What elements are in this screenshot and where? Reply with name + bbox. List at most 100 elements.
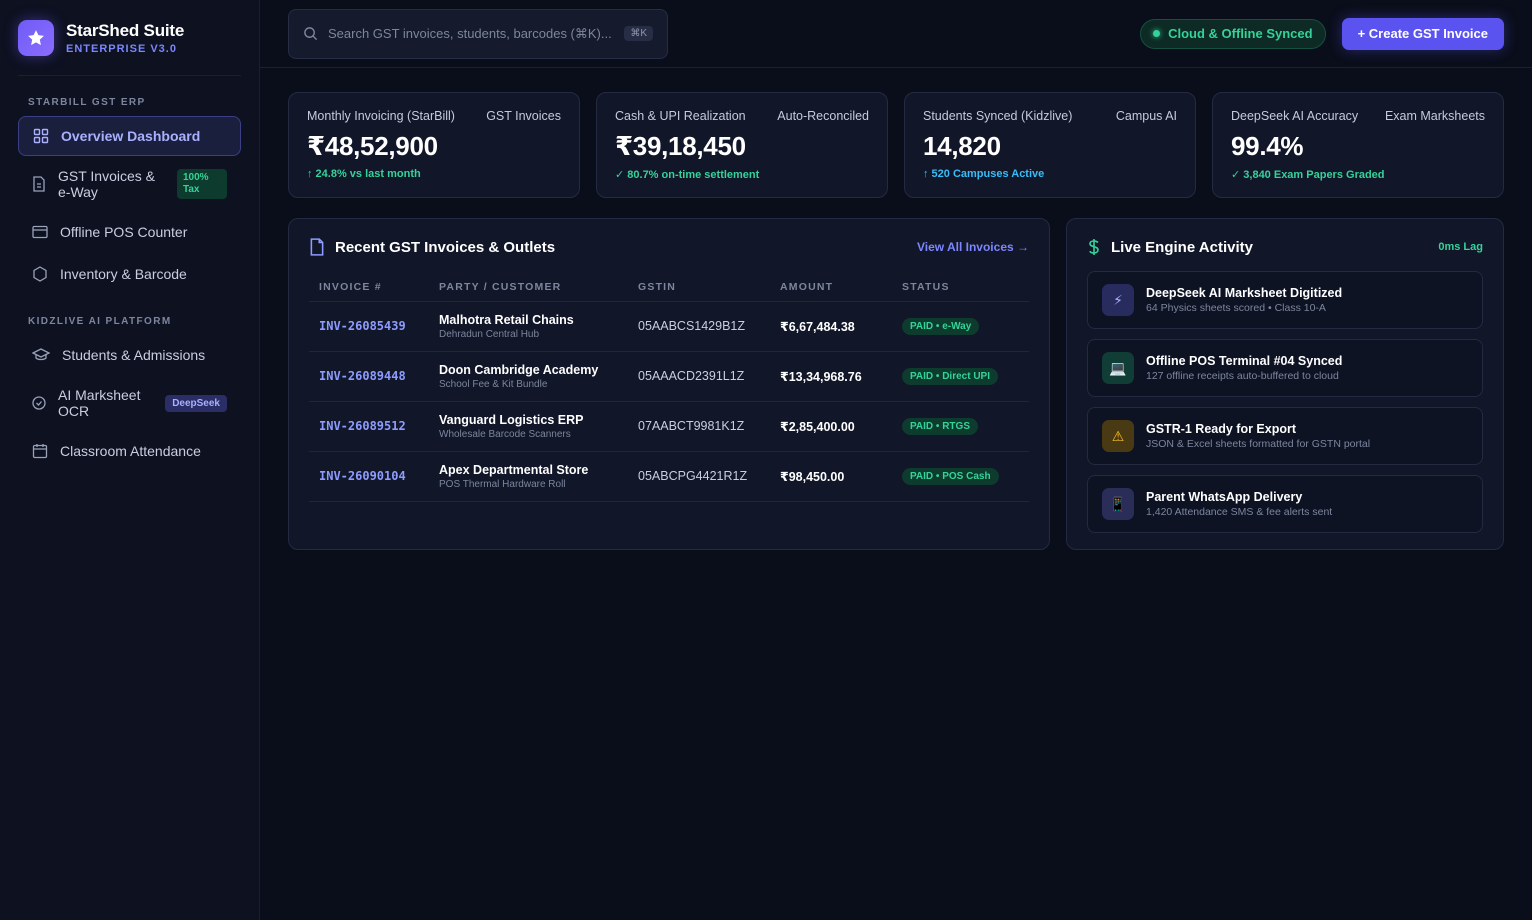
stat-label: Cash & UPI Realization bbox=[615, 109, 746, 123]
brand-name: StarShed Suite bbox=[66, 20, 185, 40]
stat-value: 99.4% bbox=[1231, 131, 1304, 161]
lag-indicator: 0ms Lag bbox=[1438, 241, 1483, 253]
laptop-icon: 💻 bbox=[1102, 352, 1134, 384]
sidebar-item-label: Inventory & Barcode bbox=[60, 266, 187, 282]
table-row[interactable]: INV-26085439 Malhotra Retail Chains Dehra… bbox=[309, 301, 1029, 352]
check-circle-icon bbox=[32, 396, 46, 410]
sidebar-item-label: Classroom Attendance bbox=[60, 443, 201, 459]
column-header: STATUS bbox=[892, 273, 1029, 302]
invoice-id[interactable]: INV-26090104 bbox=[319, 469, 406, 483]
document-icon bbox=[33, 176, 45, 192]
sidebar-item-pos[interactable]: Offline POS Counter bbox=[18, 212, 241, 252]
list-item[interactable]: 💻 Offline POS Terminal #04 Synced 127 off… bbox=[1087, 339, 1483, 397]
grid-icon bbox=[33, 128, 49, 144]
invoice-id[interactable]: INV-26085439 bbox=[319, 319, 406, 333]
sidebar-item-attendance[interactable]: Classroom Attendance bbox=[18, 431, 241, 471]
stat-value: ₹39,18,450 bbox=[615, 131, 746, 161]
sidebar-item-label: GST Invoices & e-Way bbox=[58, 168, 156, 200]
create-gst-invoice-button[interactable]: + Create GST Invoice bbox=[1341, 17, 1504, 50]
search-input[interactable]: Search GST invoices, students, barcodes … bbox=[288, 8, 668, 59]
stat-tag: Campus AI bbox=[1115, 109, 1177, 123]
deepseek-badge: DeepSeek bbox=[165, 394, 227, 412]
calendar-icon bbox=[32, 444, 48, 459]
lightning-icon: ⚡ bbox=[1102, 284, 1134, 316]
content: Monthly Invoicing (StarBill) GST Invoices… bbox=[260, 68, 1532, 574]
activity-subtitle: JSON & Excel sheets formatted for GSTN p… bbox=[1146, 438, 1371, 450]
warning-icon: ⚠ bbox=[1102, 420, 1134, 452]
party-subtitle: School Fee & Kit Bundle bbox=[439, 378, 548, 390]
nav-section-starbill: STARBILL GST ERP bbox=[28, 97, 146, 108]
party-subtitle: Wholesale Barcode Scanners bbox=[439, 428, 571, 440]
stat-value: 14,820 bbox=[923, 131, 1001, 161]
list-item[interactable]: ⚡ DeepSeek AI Marksheet Digitized 64 Phys… bbox=[1087, 271, 1483, 329]
sidebar-item-gst-invoices[interactable]: GST Invoices & e-Way 100% Tax bbox=[18, 158, 241, 210]
panels-row: Recent GST Invoices & Outlets View All I… bbox=[288, 218, 1504, 550]
sidebar-item-marksheet-ocr[interactable]: AI Marksheet OCR DeepSeek bbox=[18, 377, 241, 429]
column-header: GSTIN bbox=[628, 273, 770, 302]
activity-title: GSTR-1 Ready for Export bbox=[1146, 422, 1297, 436]
list-item[interactable]: 📱 Parent WhatsApp Delivery 1,420 Attendan… bbox=[1087, 475, 1483, 533]
party-name: Vanguard Logistics ERP bbox=[439, 412, 584, 427]
table-row[interactable]: INV-26089448 Doon Cambridge Academy Schoo… bbox=[309, 351, 1029, 402]
search-icon bbox=[304, 27, 318, 41]
party-name: Malhotra Retail Chains bbox=[439, 312, 574, 327]
app-root: StarShed Suite ENTERPRISE V3.0 STARBILL … bbox=[0, 0, 1532, 920]
nav-section-kidzlive: KIDZLIVE AI PLATFORM bbox=[28, 316, 172, 327]
brand[interactable]: StarShed Suite ENTERPRISE V3.0 bbox=[18, 0, 241, 76]
sidebar-item-label: AI Marksheet OCR bbox=[58, 387, 141, 419]
activity-title: Offline POS Terminal #04 Synced bbox=[1146, 354, 1343, 368]
invoice-id[interactable]: INV-26089448 bbox=[319, 369, 406, 383]
party-name: Doon Cambridge Academy bbox=[439, 362, 599, 377]
stat-note: ↑ 24.8% vs last month bbox=[307, 168, 421, 180]
invoice-id[interactable]: INV-26089512 bbox=[319, 419, 406, 433]
sidebar-item-label: Students & Admissions bbox=[62, 347, 206, 363]
stat-note: ✓ 80.7% on-time settlement bbox=[615, 169, 760, 181]
activity-subtitle: 64 Physics sheets scored • Class 10-A bbox=[1146, 302, 1326, 314]
gstin: 05ABCPG4421R1Z bbox=[628, 451, 770, 502]
stat-label: Students Synced (Kidzlive) bbox=[923, 109, 1073, 123]
sidebar-item-inventory[interactable]: Inventory & Barcode bbox=[18, 254, 241, 294]
sync-status-badge: Cloud & Offline Synced bbox=[1140, 18, 1326, 49]
view-all-invoices-link[interactable]: View All Invoices → bbox=[917, 240, 1029, 254]
star-logo-icon bbox=[18, 19, 54, 56]
card-icon bbox=[32, 225, 48, 239]
activity-subtitle: 1,420 Attendance SMS & fee alerts sent bbox=[1146, 506, 1333, 518]
activity-title: DeepSeek AI Marksheet Digitized bbox=[1146, 286, 1343, 300]
sync-status-label: Cloud & Offline Synced bbox=[1168, 26, 1313, 41]
stat-tag: Auto-Reconciled bbox=[777, 109, 869, 123]
column-header: INVOICE # bbox=[309, 273, 429, 302]
table-row[interactable]: INV-26090104 Apex Departmental Store POS … bbox=[309, 451, 1029, 502]
recent-invoices-panel: Recent GST Invoices & Outlets View All I… bbox=[288, 218, 1050, 550]
stat-card-deepseek-accuracy[interactable]: DeepSeek AI Accuracy Exam Marksheets 99.4… bbox=[1212, 92, 1504, 198]
invoices-table: INVOICE # PARTY / CUSTOMER GSTIN AMOUNT … bbox=[309, 273, 1029, 502]
main-area: Search GST invoices, students, barcodes … bbox=[260, 0, 1532, 920]
stat-card-students-synced[interactable]: Students Synced (Kidzlive) Campus AI 14,8… bbox=[904, 92, 1196, 198]
stat-tag: Exam Marksheets bbox=[1384, 109, 1485, 123]
sidebar: StarShed Suite ENTERPRISE V3.0 STARBILL … bbox=[0, 0, 260, 920]
sidebar-item-students[interactable]: Students & Admissions bbox=[18, 335, 241, 375]
party-subtitle: Dehradun Central Hub bbox=[439, 328, 540, 340]
gstin: 07AABCT9981K1Z bbox=[628, 401, 770, 452]
stat-value: ₹48,52,900 bbox=[307, 131, 438, 161]
stat-card-monthly-invoicing[interactable]: Monthly Invoicing (StarBill) GST Invoices… bbox=[288, 92, 580, 198]
stats-row: Monthly Invoicing (StarBill) GST Invoices… bbox=[288, 92, 1504, 198]
gstin: 05AAACD2391L1Z bbox=[628, 351, 770, 402]
tax-badge: 100% Tax bbox=[177, 169, 227, 199]
gstin: 05AABCS1429B1Z bbox=[628, 301, 770, 352]
sidebar-item-label: Offline POS Counter bbox=[60, 224, 188, 240]
stat-card-cash-upi[interactable]: Cash & UPI Realization Auto-Reconciled ₹3… bbox=[596, 92, 888, 198]
search-placeholder: Search GST invoices, students, barcodes … bbox=[328, 25, 612, 41]
amount: ₹98,450.00 bbox=[770, 451, 892, 502]
status-badge: PAID • POS Cash bbox=[902, 467, 999, 485]
amount: ₹2,85,400.00 bbox=[770, 401, 892, 452]
topbar: Search GST invoices, students, barcodes … bbox=[260, 0, 1532, 68]
status-dot-icon bbox=[1153, 30, 1161, 37]
sidebar-item-overview[interactable]: Overview Dashboard bbox=[18, 116, 241, 156]
activity-subtitle: 127 offline receipts auto-buffered to cl… bbox=[1146, 370, 1339, 382]
document-icon bbox=[310, 238, 324, 256]
stat-label: DeepSeek AI Accuracy bbox=[1231, 109, 1359, 123]
phone-icon: 📱 bbox=[1102, 488, 1134, 520]
table-row[interactable]: INV-26089512 Vanguard Logistics ERP Whole… bbox=[309, 401, 1029, 452]
amount: ₹6,67,484.38 bbox=[770, 301, 892, 352]
list-item[interactable]: ⚠ GSTR-1 Ready for Export JSON & Excel sh… bbox=[1087, 407, 1483, 465]
